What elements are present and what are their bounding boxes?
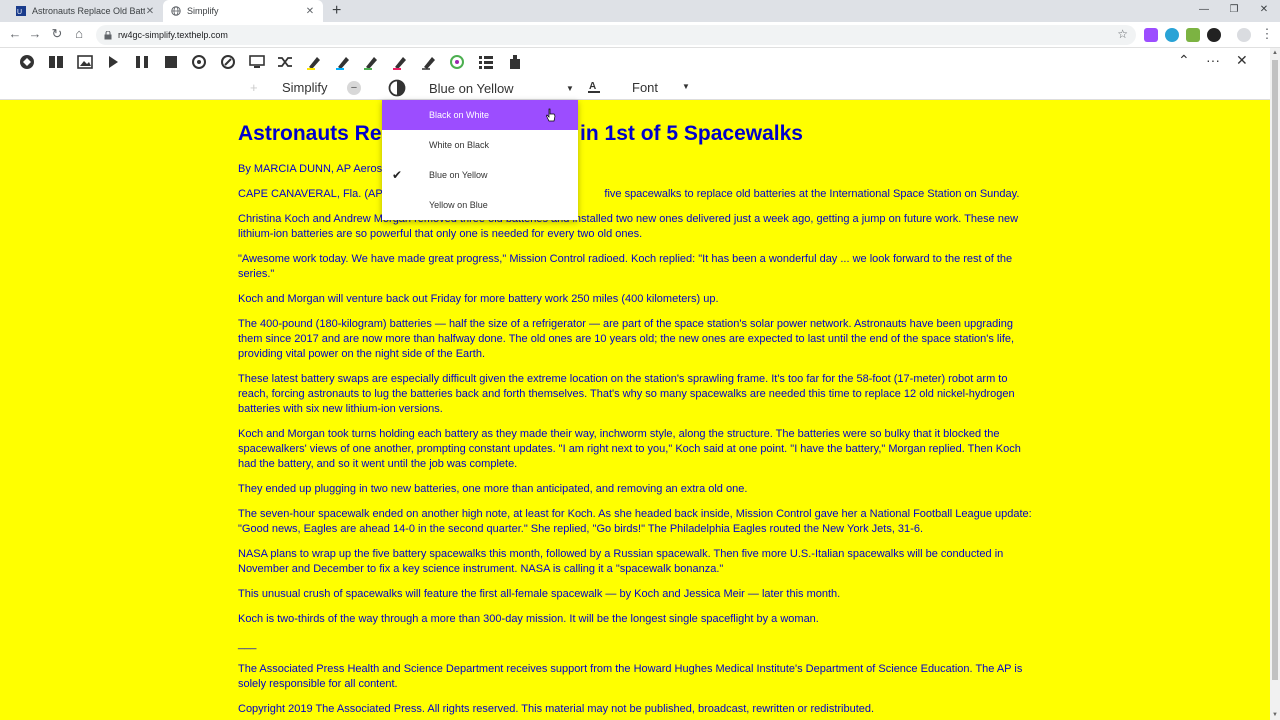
close-icon[interactable]: ✕ — [305, 6, 315, 17]
contrast-selected-value: Blue on Yellow — [429, 80, 514, 96]
extension-icon[interactable] — [1165, 28, 1179, 42]
contrast-select[interactable]: Blue on Yellow ▼ — [382, 76, 578, 100]
article-separator: ___ — [238, 638, 257, 650]
decrease-simplify-button[interactable]: − — [347, 81, 361, 95]
copyright: Copyright 2019 The Associated Press. All… — [238, 703, 875, 715]
article-paragraph: Koch is two-thirds of the way through a … — [238, 613, 819, 625]
article-paragraph: The 400-pound (180-kilogram) batteries —… — [238, 318, 1015, 360]
screenshot-reader-icon[interactable] — [190, 53, 208, 71]
chevron-down-icon: ▼ — [566, 83, 574, 93]
close-toolbar-icon[interactable]: ✕ — [1236, 52, 1248, 69]
dictionary-icon[interactable] — [47, 53, 65, 71]
article-paragraph: The Associated Press Health and Science … — [238, 663, 1023, 690]
article-paragraph: NASA plans to wrap up the five battery s… — [238, 548, 1004, 575]
lock-icon — [104, 30, 112, 39]
article-paragraph: CAPE CANAVERAL, Fla. (AP) — five spacewal… — [238, 188, 1020, 200]
extension-icon[interactable] — [1207, 28, 1221, 42]
option-blue-on-yellow[interactable]: ✔ Blue on Yellow — [382, 160, 578, 190]
checkmark-icon: ✔ — [392, 168, 403, 182]
article-paragraph: This unusual crush of spacewalks will fe… — [238, 588, 841, 600]
article-paragraph: The seven-hour spacewalk ended on anothe… — [238, 508, 1032, 535]
simplify-subbar: + Simplify − Blue on Yellow ▼ A Font ▼ — [0, 76, 1270, 100]
restore-icon[interactable]: ❐ — [1218, 0, 1250, 22]
globe-icon — [171, 6, 181, 16]
address-bar[interactable]: rw4gc-simplify.texthelp.com ☆ — [96, 25, 1136, 45]
tab-title: Simplify — [187, 6, 219, 16]
option-yellow-on-blue[interactable]: Yellow on Blue — [382, 190, 578, 220]
svg-text:U: U — [17, 9, 22, 16]
picture-dictionary-icon[interactable] — [76, 53, 94, 71]
reload-icon[interactable]: ↻ — [48, 25, 66, 43]
article-paragraph: Koch and Morgan will venture back out Fr… — [238, 293, 719, 305]
clear-highlights-icon[interactable] — [420, 53, 438, 71]
highlighter-pink-icon[interactable] — [391, 53, 409, 71]
highlighter-green-icon[interactable] — [362, 53, 380, 71]
font-select[interactable]: Font — [632, 80, 658, 95]
shuffle-icon[interactable] — [276, 53, 294, 71]
article-paragraph: Christina Koch and Andrew Morgan removed… — [238, 213, 1019, 240]
new-tab-button[interactable]: + — [332, 2, 341, 20]
article-paragraph: They ended up plugging in two new batter… — [238, 483, 748, 495]
browser-menu-icon[interactable]: ⋮ — [1258, 25, 1276, 43]
tab-simplify[interactable]: Simplify ✕ — [163, 0, 323, 22]
tab-strip: U Astronauts Replace Old Batteries ✕ Sim… — [0, 0, 1280, 22]
back-icon[interactable]: ← — [6, 25, 24, 43]
bookmark-star-icon[interactable]: ☆ — [1117, 27, 1128, 41]
close-icon[interactable]: ✕ — [145, 6, 155, 17]
article-title: Astronauts Re s in 1st of 5 Spacewalks — [238, 122, 803, 145]
article-paragraph: These latest battery swaps are especiall… — [238, 373, 1015, 415]
vocabulary-icon[interactable] — [448, 53, 466, 71]
collect-highlights-icon[interactable] — [477, 53, 495, 71]
scroll-up-icon[interactable]: ▲ — [1272, 50, 1278, 56]
home-icon[interactable]: ⌂ — [70, 25, 88, 43]
article: Astronauts Re s in 1st of 5 Spacewalks By… — [238, 120, 1038, 720]
increase-simplify-button[interactable]: + — [250, 80, 258, 95]
chevron-down-icon[interactable]: ▼ — [682, 82, 690, 91]
contrast-icon — [388, 79, 406, 97]
voice-note-icon[interactable] — [506, 53, 524, 71]
scroll-down-icon[interactable]: ▼ — [1272, 712, 1278, 718]
forward-icon[interactable]: → — [26, 25, 44, 43]
screen-mask-icon[interactable] — [248, 53, 266, 71]
tab-astronauts[interactable]: U Astronauts Replace Old Batteries ✕ — [8, 0, 163, 22]
audio-maker-icon[interactable] — [219, 53, 237, 71]
minimize-icon[interactable]: — — [1188, 0, 1220, 22]
article-paragraph: Koch and Morgan took turns holding each … — [238, 428, 1021, 470]
font-color-icon[interactable]: A — [588, 80, 600, 94]
collapse-toolbar-icon[interactable]: ⌃ — [1178, 52, 1190, 69]
highlighter-yellow-icon[interactable] — [305, 53, 323, 71]
tab-title: Astronauts Replace Old Batteries — [32, 6, 145, 16]
readwrite-toolbar: ⌃ ··· ✕ — [0, 48, 1270, 76]
profile-avatar[interactable] — [1237, 28, 1251, 42]
pause-icon[interactable] — [133, 53, 151, 71]
play-icon[interactable] — [104, 53, 122, 71]
extension-icon[interactable] — [1186, 28, 1200, 42]
scroll-thumb[interactable] — [1272, 60, 1278, 680]
highlighter-blue-icon[interactable] — [334, 53, 352, 71]
simplify-label: Simplify — [282, 80, 328, 95]
browser-toolbar: ← → ↻ ⌂ rw4gc-simplify.texthelp.com ☆ ⋮ — [0, 22, 1280, 48]
more-options-icon[interactable]: ··· — [1206, 52, 1220, 68]
url-text: rw4gc-simplify.texthelp.com — [118, 30, 228, 40]
hand-cursor-icon — [546, 108, 556, 122]
extension-icon[interactable] — [1144, 28, 1158, 42]
stop-icon[interactable] — [162, 53, 180, 71]
option-white-on-black[interactable]: White on Black — [382, 130, 578, 160]
svg-text:A: A — [589, 81, 596, 92]
article-paragraph: "Awesome work today. We have made great … — [238, 253, 1013, 280]
page-scrollbar[interactable]: ▲ ▼ — [1270, 48, 1280, 720]
logo-icon[interactable] — [18, 53, 36, 71]
news-favicon-icon: U — [16, 6, 26, 16]
byline: By MARCIA DUNN, AP Aerosp — [238, 163, 389, 175]
close-window-icon[interactable]: ✕ — [1248, 0, 1280, 22]
